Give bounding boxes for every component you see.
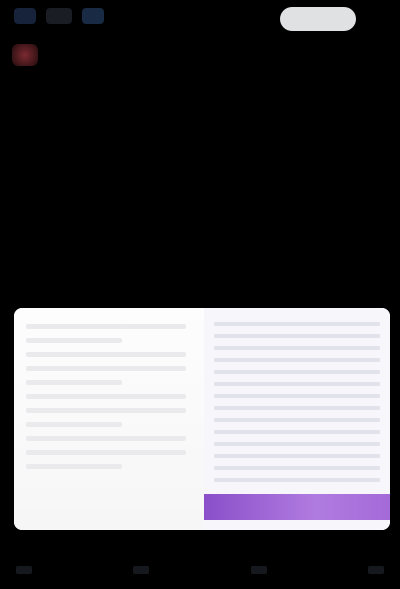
post-timestamp [16,544,376,556]
author-meta[interactable] [50,49,388,61]
doc-line [26,450,186,455]
doc-line [26,436,186,441]
post-page [0,0,400,589]
notification-icon[interactable] [82,8,104,24]
media-image-left[interactable] [14,308,204,530]
doc-line [26,366,186,371]
sheet-row [214,466,380,470]
sheet-row [214,418,380,422]
doc-line [26,338,122,343]
document-preview [26,324,186,478]
sheet-row [214,334,380,338]
media-banner[interactable] [204,494,390,520]
sheet-row [214,442,380,446]
doc-line [26,380,122,385]
doc-line [26,352,186,357]
author-row [12,44,388,66]
sheet-row [214,382,380,386]
reply-icon[interactable] [16,566,32,574]
sheet-row [214,370,380,374]
doc-line [26,464,122,469]
sheet-row [214,394,380,398]
back-icon[interactable] [14,8,36,24]
profile-icon[interactable] [46,8,72,24]
avatar[interactable] [12,44,38,66]
doc-line [26,408,186,413]
doc-line [26,422,122,427]
sheet-row [214,430,380,434]
doc-line [26,394,186,399]
sheet-row [214,322,380,326]
action-bar [16,566,384,574]
sheet-row [214,406,380,410]
post-link[interactable] [120,280,260,292]
like-icon[interactable] [250,566,267,574]
header-icon-group [14,8,104,24]
sheet-row [214,358,380,362]
sheet-row [214,478,380,482]
doc-line [26,324,186,329]
media-card[interactable] [14,308,390,530]
repost-icon[interactable] [133,566,150,574]
top-bar [0,0,400,40]
sheet-row [214,346,380,350]
follow-button[interactable] [280,7,356,31]
sheet-row [214,454,380,458]
spreadsheet-preview [214,322,380,490]
share-icon[interactable] [367,566,384,574]
